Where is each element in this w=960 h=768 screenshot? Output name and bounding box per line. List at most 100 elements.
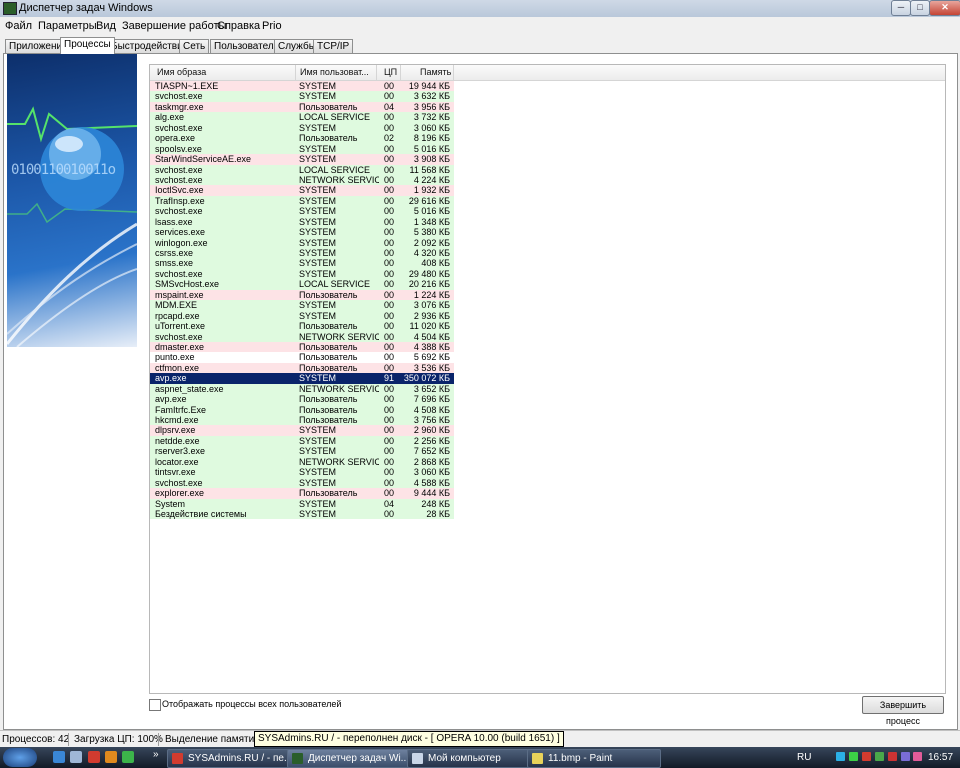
- title-bar[interactable]: Диспетчер задач Windows ─ □ ✕: [0, 0, 960, 17]
- table-row[interactable]: punto.exe Пользователь 00 5 692 КБ: [150, 352, 454, 363]
- menu-prio[interactable]: Prio: [262, 20, 282, 32]
- table-row[interactable]: dlpsrv.exe SYSTEM 00 2 960 КБ: [150, 425, 454, 436]
- process-cpu: 00: [384, 467, 395, 478]
- table-row[interactable]: svchost.exe SYSTEM 00 3 632 КБ: [150, 91, 454, 102]
- table-row[interactable]: opera.exe Пользователь 02 8 196 КБ: [150, 133, 454, 144]
- taskbar-opera-window[interactable]: SYSAdmins.RU / - пе...: [167, 749, 301, 768]
- table-row[interactable]: svchost.exe SYSTEM 00 3 060 КБ: [150, 122, 454, 134]
- table-row[interactable]: csrss.exe SYSTEM 00 4 320 КБ: [150, 248, 454, 259]
- table-row[interactable]: services.exe SYSTEM 00 5 380 КБ: [150, 227, 454, 238]
- menu-help[interactable]: Справка: [217, 20, 260, 32]
- language-indicator[interactable]: RU: [797, 752, 811, 763]
- process-user-name: SYSTEM: [299, 268, 337, 279]
- maximize-button[interactable]: □: [910, 0, 930, 16]
- process-user-name: SYSTEM: [299, 237, 337, 248]
- column-user-name[interactable]: Имя пользоват...: [300, 67, 369, 77]
- process-user-name: SYSTEM: [299, 467, 337, 478]
- table-row[interactable]: alg.exe LOCAL SERVICE 00 3 732 КБ: [150, 112, 454, 123]
- table-row[interactable]: svchost.exe NETWORK SERVICE 00 4 224 КБ: [150, 174, 454, 186]
- table-row[interactable]: lsass.exe SYSTEM 00 1 348 КБ: [150, 216, 454, 228]
- table-row[interactable]: MDM.EXE SYSTEM 00 3 076 КБ: [150, 300, 454, 311]
- table-row[interactable]: svchost.exe SYSTEM 00 4 588 КБ: [150, 477, 454, 489]
- table-row[interactable]: rpcapd.exe SYSTEM 00 2 936 КБ: [150, 310, 454, 322]
- process-image-name: svchost.exe: [155, 122, 203, 133]
- process-memory: 3 060 КБ: [413, 122, 450, 133]
- tray-icon[interactable]: [888, 752, 897, 761]
- tab-tcpip[interactable]: TCP/IP: [313, 39, 354, 53]
- table-row[interactable]: aspnet_state.exe NETWORK SERVICE 00 3 652 К…: [150, 383, 454, 395]
- table-row[interactable]: dmaster.exe Пользователь 00 4 388 КБ: [150, 341, 454, 353]
- close-button[interactable]: ✕: [929, 0, 960, 16]
- tab-processes[interactable]: Процессы: [60, 37, 115, 54]
- table-row[interactable]: System SYSTEM 04 248 КБ: [150, 498, 454, 509]
- quicklaunch-chevron[interactable]: »: [153, 749, 159, 760]
- process-image-name: tintsvr.exe: [155, 467, 196, 478]
- table-row[interactable]: ctfmon.exe Пользователь 00 3 536 КБ: [150, 362, 454, 374]
- menu-shutdown[interactable]: Завершение работы: [122, 20, 226, 32]
- table-row[interactable]: winlogon.exe SYSTEM 00 2 092 КБ: [150, 237, 454, 248]
- show-all-processes-label[interactable]: Отображать процессы всех пользователей: [162, 699, 341, 709]
- column-divider[interactable]: [453, 65, 454, 80]
- tray-icon[interactable]: [901, 752, 910, 761]
- table-row[interactable]: spoolsv.exe SYSTEM 00 5 016 КБ: [150, 143, 454, 155]
- process-list[interactable]: Имя образа Имя пользоват... ЦП Память TI…: [149, 64, 946, 694]
- tray-icon[interactable]: [836, 752, 845, 761]
- column-divider[interactable]: [400, 65, 401, 80]
- table-row[interactable]: FamItrfc.Exe Пользователь 00 4 508 КБ: [150, 404, 454, 415]
- table-row[interactable]: tintsvr.exe SYSTEM 00 3 060 КБ: [150, 467, 454, 478]
- clock[interactable]: 16:57: [928, 752, 953, 763]
- end-process-button[interactable]: Завершить процесс: [862, 696, 944, 726]
- taskbar-my-computer-window[interactable]: Мой компьютер: [407, 749, 541, 768]
- taskbar-task-manager-window[interactable]: Диспетчер задач Wi...: [287, 749, 421, 768]
- ie-icon[interactable]: [53, 751, 65, 763]
- table-row[interactable]: svchost.exe SYSTEM 00 29 480 КБ: [150, 268, 454, 280]
- table-row[interactable]: explorer.exe Пользователь 00 9 444 КБ: [150, 488, 454, 499]
- table-row[interactable]: SMSvcHost.exe LOCAL SERVICE 00 20 216 КБ: [150, 279, 454, 290]
- quicklaunch-app-icon[interactable]: [105, 751, 117, 763]
- process-image-name: dlpsrv.exe: [155, 425, 196, 436]
- tray-icon[interactable]: [862, 752, 871, 761]
- table-row[interactable]: mspaint.exe Пользователь 00 1 224 КБ: [150, 289, 454, 301]
- minimize-button[interactable]: ─: [891, 0, 911, 16]
- table-row[interactable]: avp.exe Пользователь 00 7 696 КБ: [150, 394, 454, 405]
- process-image-name: svchost.exe: [155, 164, 203, 175]
- menu-file[interactable]: Файл: [5, 20, 32, 32]
- column-cpu[interactable]: ЦП: [384, 67, 397, 77]
- table-row[interactable]: smss.exe SYSTEM 00 408 КБ: [150, 258, 454, 269]
- column-memory[interactable]: Память: [420, 67, 451, 77]
- start-button[interactable]: [3, 748, 37, 767]
- column-image-name[interactable]: Имя образа: [157, 67, 206, 77]
- table-row[interactable]: netdde.exe SYSTEM 00 2 256 КБ: [150, 435, 454, 447]
- tab-network[interactable]: Сеть: [179, 39, 210, 53]
- table-row[interactable]: TIASPN~1.EXE SYSTEM 00 19 944 КБ: [150, 81, 454, 92]
- menu-options[interactable]: Параметры: [38, 20, 97, 32]
- table-row[interactable]: avp.exe SYSTEM 91 350 072 КБ: [150, 373, 454, 384]
- column-divider[interactable]: [376, 65, 377, 80]
- tab-users[interactable]: Пользователи: [210, 39, 284, 53]
- table-row[interactable]: uTorrent.exe Пользователь 00 11 020 КБ: [150, 321, 454, 332]
- table-row[interactable]: hkcmd.exe Пользователь 00 3 756 КБ: [150, 415, 454, 426]
- tray-icon[interactable]: [849, 752, 858, 761]
- table-row[interactable]: locator.exe NETWORK SERVICE 00 2 868 КБ: [150, 456, 454, 468]
- tray-icon[interactable]: [913, 752, 922, 761]
- show-desktop-icon[interactable]: [70, 751, 82, 763]
- table-row[interactable]: IoctlSvc.exe SYSTEM 00 1 932 КБ: [150, 185, 454, 196]
- table-row[interactable]: rserver3.exe SYSTEM 00 7 652 КБ: [150, 446, 454, 457]
- table-row[interactable]: svchost.exe SYSTEM 00 5 016 КБ: [150, 206, 454, 217]
- menu-bar: Файл Параметры Вид Завершение работы Спр…: [0, 17, 960, 35]
- quicklaunch-app-icon[interactable]: [122, 751, 134, 763]
- show-all-processes-checkbox[interactable]: [149, 699, 161, 711]
- table-row[interactable]: StarWindServiceAE.exe SYSTEM 00 3 908 КБ: [150, 154, 454, 165]
- opera-icon[interactable]: [88, 751, 100, 763]
- table-row[interactable]: Бездействие системы SYSTEM 00 28 КБ: [150, 508, 454, 520]
- process-cpu: 00: [384, 404, 395, 415]
- table-row[interactable]: svchost.exe NETWORK SERVICE 00 4 504 КБ: [150, 331, 454, 342]
- taskbar-paint-window[interactable]: 11.bmp - Paint: [527, 749, 661, 768]
- tray-icon[interactable]: [875, 752, 884, 761]
- column-divider[interactable]: [295, 65, 296, 80]
- table-row[interactable]: svchost.exe LOCAL SERVICE 00 11 568 КБ: [150, 164, 454, 175]
- process-memory: 11 020 КБ: [409, 321, 450, 332]
- menu-view[interactable]: Вид: [96, 20, 116, 32]
- table-row[interactable]: taskmgr.exe Пользователь 04 3 956 КБ: [150, 101, 454, 113]
- table-row[interactable]: TrafInsp.exe SYSTEM 00 29 616 КБ: [150, 195, 454, 207]
